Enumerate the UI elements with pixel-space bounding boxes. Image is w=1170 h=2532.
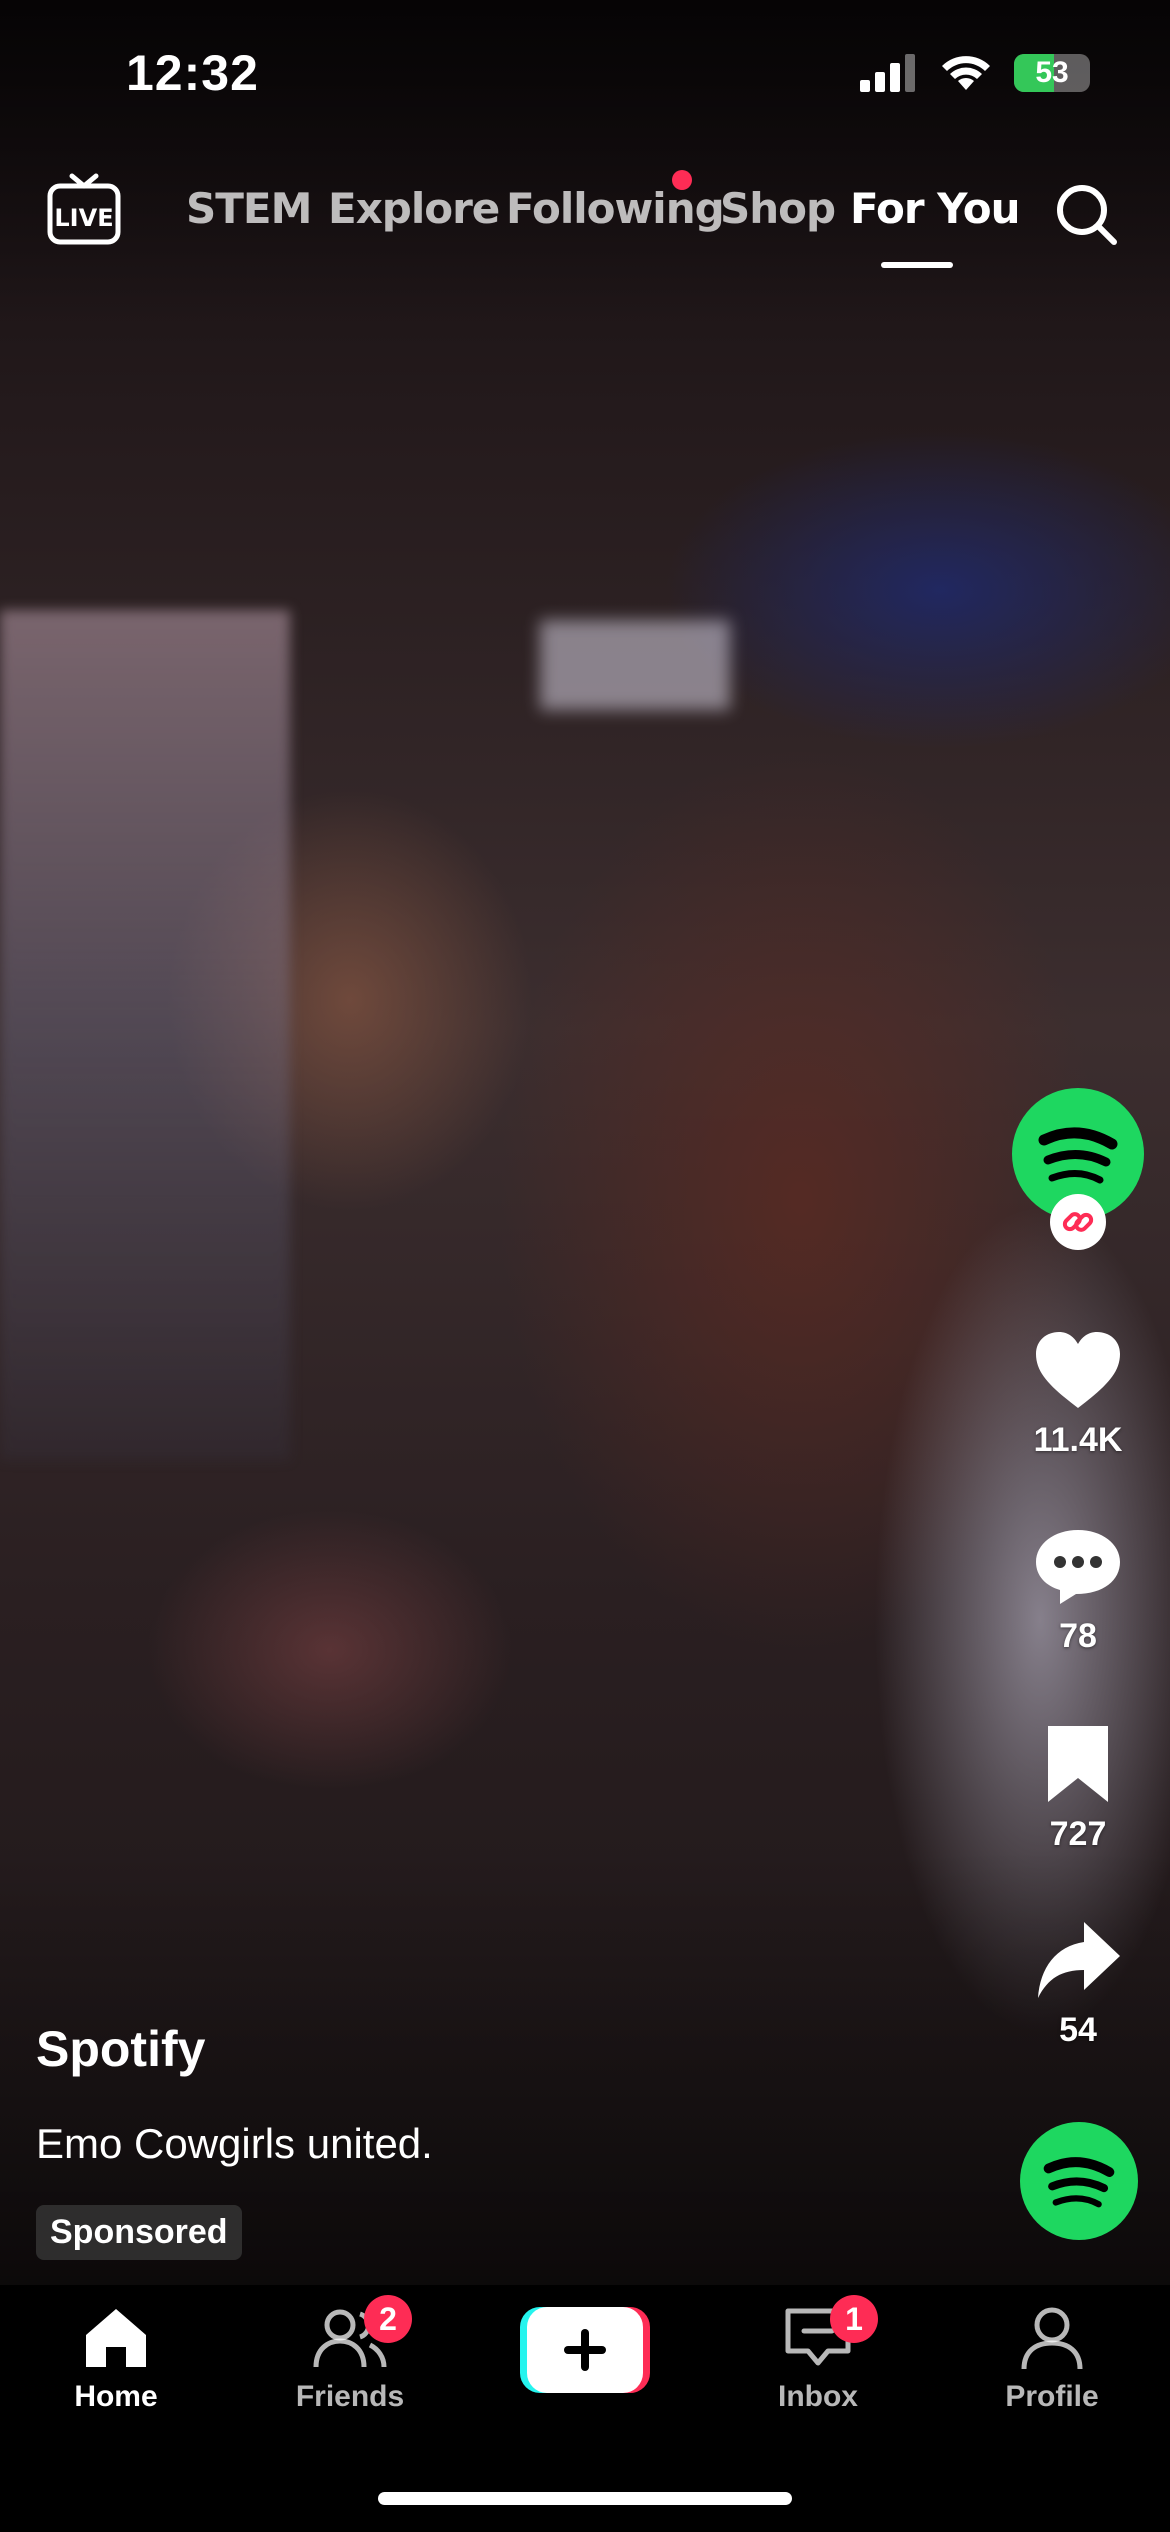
following-notification-dot — [672, 170, 692, 190]
nav-friends-label: Friends — [295, 2380, 405, 2413]
home-indicator[interactable] — [378, 2492, 792, 2505]
heart-icon — [1036, 1332, 1120, 1408]
post-author[interactable]: Spotify — [36, 2020, 205, 2078]
top-navigation: LIVE STEM Explore Following Shop For You — [0, 170, 1170, 280]
live-label: LIVE — [54, 204, 113, 232]
link-icon — [1062, 1212, 1094, 1232]
spotify-disc-icon — [1043, 2157, 1115, 2208]
nav-home-label: Home — [74, 2380, 158, 2413]
status-time: 12:32 — [126, 45, 259, 101]
friends-badge: 2 — [364, 2295, 412, 2343]
live-icon[interactable]: LIVE — [46, 172, 122, 248]
signal-icon — [860, 54, 915, 92]
nav-profile-label: Profile — [1005, 2380, 1099, 2413]
home-icon — [86, 2309, 146, 2367]
like-button[interactable]: 11.4K — [1012, 1328, 1144, 1460]
nav-inbox-label: Inbox — [778, 2380, 858, 2413]
tab-shop[interactable]: Shop — [720, 184, 836, 233]
share-count: 54 — [1059, 2011, 1097, 2049]
tab-stem[interactable]: STEM — [186, 184, 312, 233]
save-button[interactable]: 727 — [1012, 1722, 1144, 1854]
sponsored-tag: Sponsored — [36, 2205, 242, 2260]
music-disc[interactable] — [1020, 2122, 1138, 2240]
bookmark-icon — [1048, 1726, 1108, 1802]
inbox-badge: 1 — [830, 2295, 878, 2343]
battery-percent: 53 — [1035, 56, 1069, 89]
tab-for-you[interactable]: For You — [850, 184, 1020, 233]
nav-inbox[interactable]: Inbox 1 — [738, 2295, 898, 2414]
battery-icon: 53 — [1014, 54, 1090, 92]
share-button[interactable]: 54 — [1012, 1918, 1144, 2050]
comment-button[interactable]: 78 — [1012, 1524, 1144, 1656]
comment-count: 78 — [1059, 1617, 1097, 1655]
active-tab-underline — [881, 262, 953, 268]
video-window-left — [0, 610, 290, 1460]
share-icon — [1038, 1922, 1120, 1998]
nav-friends[interactable]: Friends 2 — [270, 2295, 430, 2414]
search-icon[interactable] — [1050, 178, 1122, 250]
link-badge[interactable] — [1050, 1194, 1106, 1250]
nav-profile[interactable]: Profile — [972, 2305, 1132, 2414]
save-count: 727 — [1049, 1815, 1107, 1853]
tab-following[interactable]: Following — [506, 184, 725, 233]
nav-home[interactable]: Home — [36, 2305, 196, 2414]
like-count: 11.4K — [1033, 1421, 1123, 1459]
profile-icon — [1021, 2307, 1083, 2370]
video-window-top — [540, 620, 730, 710]
comment-icon — [1036, 1530, 1120, 1604]
create-button[interactable] — [520, 2307, 650, 2393]
post-description[interactable]: Emo Cowgirls united. — [36, 2120, 433, 2168]
tab-explore[interactable]: Explore — [328, 184, 500, 233]
wifi-icon — [942, 56, 990, 90]
status-icons: 53 — [860, 54, 1090, 92]
